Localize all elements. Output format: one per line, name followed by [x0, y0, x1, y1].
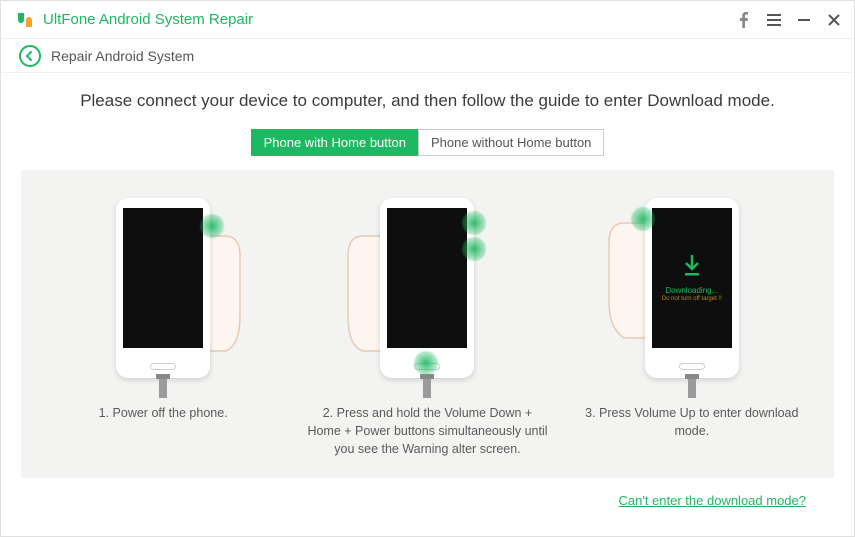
breadcrumb-label: Repair Android System: [51, 48, 194, 64]
download-arrow-icon: [683, 255, 701, 283]
touch-indicator-icon: [461, 236, 487, 262]
step-1-illustration: [73, 188, 253, 388]
mode-tabs: Phone with Home button Phone without Hom…: [21, 129, 834, 156]
tab-without-home-button[interactable]: Phone without Home button: [418, 129, 604, 156]
download-warning-text: Do not turn off target !!: [662, 296, 722, 302]
breadcrumb: Repair Android System: [1, 39, 854, 73]
facebook-icon[interactable]: [730, 6, 758, 34]
titlebar: UltFone Android System Repair: [1, 1, 854, 39]
app-logo-icon: [15, 10, 35, 30]
step-3: Downloading... Do not turn off target !!…: [567, 188, 817, 458]
step-1-caption: 1. Power off the phone.: [95, 404, 232, 422]
phone-icon: Downloading... Do not turn off target !!: [645, 198, 739, 378]
close-button[interactable]: [820, 6, 848, 34]
app-title: UltFone Android System Repair: [43, 11, 730, 28]
step-2-caption: 2. Press and hold the Volume Down + Home…: [302, 404, 552, 458]
touch-indicator-icon: [630, 206, 656, 232]
cable-icon: [688, 378, 696, 398]
cable-icon: [423, 378, 431, 398]
step-2: 2. Press and hold the Volume Down + Home…: [302, 188, 552, 458]
phone-icon: [116, 198, 210, 378]
touch-indicator-icon: [461, 210, 487, 236]
step-3-caption: 3. Press Volume Up to enter download mod…: [567, 404, 817, 440]
step-2-illustration: [337, 188, 517, 388]
back-button[interactable]: [19, 45, 41, 67]
menu-icon[interactable]: [760, 6, 788, 34]
help-link[interactable]: Can't enter the download mode?: [619, 493, 807, 508]
cable-icon: [159, 378, 167, 398]
phone-screen: [123, 208, 203, 348]
phone-home-button-icon: [679, 363, 705, 370]
touch-indicator-icon: [199, 213, 225, 239]
steps-panel: 1. Power off the phone. 2. Press and hol…: [21, 170, 834, 478]
step-3-illustration: Downloading... Do not turn off target !!: [602, 188, 782, 388]
download-status-text: Downloading...: [665, 286, 718, 295]
step-1: 1. Power off the phone.: [38, 188, 288, 458]
phone-screen: [387, 208, 467, 348]
tab-with-home-button[interactable]: Phone with Home button: [251, 129, 418, 156]
instruction-text: Please connect your device to computer, …: [21, 91, 834, 111]
phone-download-screen: Downloading... Do not turn off target !!: [652, 208, 732, 348]
phone-home-button-icon: [150, 363, 176, 370]
footer: Can't enter the download mode?: [21, 478, 834, 510]
minimize-button[interactable]: [790, 6, 818, 34]
